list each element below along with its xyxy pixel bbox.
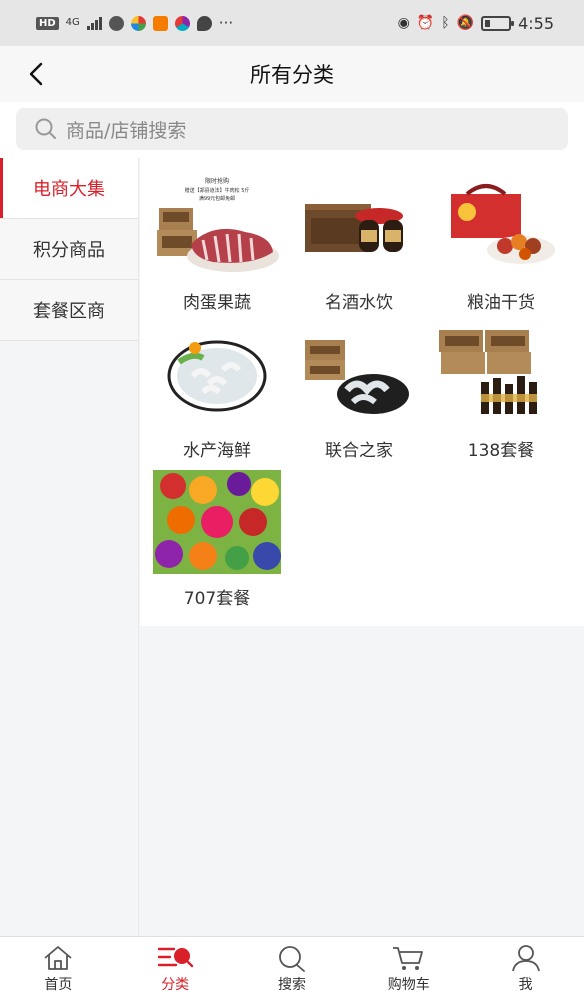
tab-cart[interactable]: 购物车	[350, 937, 467, 1000]
globe-icon	[108, 15, 124, 31]
user-icon	[511, 944, 540, 971]
shrimp-plate-image	[153, 322, 281, 426]
meat-gift-box-image: 限时抢购 赠送【郑县道法】牛肉松 5斤 满99元包邮免邮	[153, 174, 281, 278]
hd-badge: HD	[36, 16, 59, 30]
liquor-gift-box-image	[295, 174, 423, 278]
category-item-138-package[interactable]: 138套餐	[430, 322, 572, 470]
app-icon	[130, 15, 146, 31]
dried-goods-gift-box-image	[437, 174, 565, 278]
image-text: 赠送【郑县道法】牛肉松 5斤	[185, 187, 250, 194]
sidebar-item-label: 积分商品	[33, 240, 105, 261]
category-label: 联合之家	[325, 441, 393, 461]
sidebar-item-package[interactable]: 套餐区商	[0, 280, 138, 341]
tab-label: 分类	[161, 976, 190, 993]
category-item-707-package[interactable]: 707套餐	[146, 470, 288, 618]
category-content: 限时抢购 赠送【郑县道法】牛肉松 5斤 满99元包邮免邮 肉蛋果蔬 名酒水饮 粮…	[140, 158, 584, 626]
search-placeholder: 商品/店铺搜索	[66, 119, 187, 142]
tab-home[interactable]: 首页	[0, 937, 117, 1000]
category-item-grain-oil[interactable]: 粮油干货	[430, 174, 572, 322]
chevron-left-icon	[29, 62, 43, 86]
network-label: 4G	[65, 17, 80, 28]
category-item-union-home[interactable]: 联合之家	[288, 322, 430, 470]
status-bar: HD 4G ··· ◉ ⏰ ᛒ 🔕 4:55	[0, 0, 584, 46]
mute-icon: 🔕	[456, 15, 475, 31]
category-grid: 限时抢购 赠送【郑县道法】牛肉松 5斤 满99元包邮免邮 肉蛋果蔬 名酒水饮 粮…	[140, 158, 584, 618]
category-label: 粮油干货	[467, 293, 535, 313]
boxes-and-bottles-image	[437, 322, 565, 426]
video-app-icon	[152, 15, 168, 31]
image-text: 满99元包邮免邮	[199, 195, 235, 202]
image-text: 限时抢购	[205, 177, 229, 185]
back-button[interactable]	[20, 58, 52, 90]
eye-icon: ◉	[397, 15, 410, 31]
tab-me[interactable]: 我	[467, 937, 584, 1000]
fruits-vegetables-image	[153, 470, 281, 574]
category-label: 138套餐	[467, 441, 535, 461]
tab-label: 搜索	[277, 976, 306, 993]
category-label: 水产海鲜	[183, 441, 251, 461]
category-item-liquor[interactable]: 名酒水饮	[288, 174, 430, 322]
search-input[interactable]: 商品/店铺搜索	[16, 108, 568, 150]
alarm-icon: ⏰	[416, 15, 435, 31]
page-title: 所有分类	[250, 63, 334, 87]
search-icon	[35, 118, 56, 139]
status-left: HD 4G ···	[36, 14, 233, 32]
sidebar-item-label: 套餐区商	[33, 301, 105, 322]
sidebar-item-ecommerce[interactable]: 电商大集	[0, 158, 138, 219]
category-label: 707套餐	[183, 589, 251, 609]
battery-icon	[481, 15, 515, 31]
cart-icon	[392, 946, 423, 970]
clock: 4:55	[518, 13, 554, 33]
category-item-meat[interactable]: 限时抢购 赠送【郑县道法】牛肉松 5斤 满99元包邮免邮 肉蛋果蔬	[146, 174, 288, 322]
bottom-tab-bar: 首页 分类 搜索 购物车 我	[0, 936, 584, 1000]
category-icon	[157, 947, 194, 967]
tab-label: 首页	[44, 976, 73, 993]
home-icon	[44, 945, 72, 970]
app-header: 所有分类	[0, 46, 584, 102]
bluetooth-icon: ᛒ	[441, 15, 450, 31]
status-right: ◉ ⏰ ᛒ 🔕 4:55	[398, 14, 554, 33]
category-label: 肉蛋果蔬	[183, 293, 251, 313]
shrimp-box-image	[295, 322, 423, 426]
search-bar: 商品/店铺搜索	[0, 102, 584, 158]
tab-label: 购物车	[387, 976, 430, 993]
app-icon	[174, 15, 190, 31]
category-label: 名酒水饮	[325, 293, 393, 313]
sidebar-item-label: 电商大集	[33, 179, 105, 200]
message-icon	[196, 15, 212, 31]
more-notifications: ···	[218, 14, 234, 32]
category-item-seafood[interactable]: 水产海鲜	[146, 322, 288, 470]
search-icon	[279, 945, 305, 972]
sidebar-item-points[interactable]: 积分商品	[0, 219, 138, 280]
tab-search[interactable]: 搜索	[234, 937, 351, 1000]
signal-icon	[86, 16, 102, 30]
category-sidebar: 电商大集 积分商品 套餐区商	[0, 158, 139, 936]
tab-label: 我	[518, 976, 533, 993]
tab-category[interactable]: 分类	[117, 937, 234, 1000]
